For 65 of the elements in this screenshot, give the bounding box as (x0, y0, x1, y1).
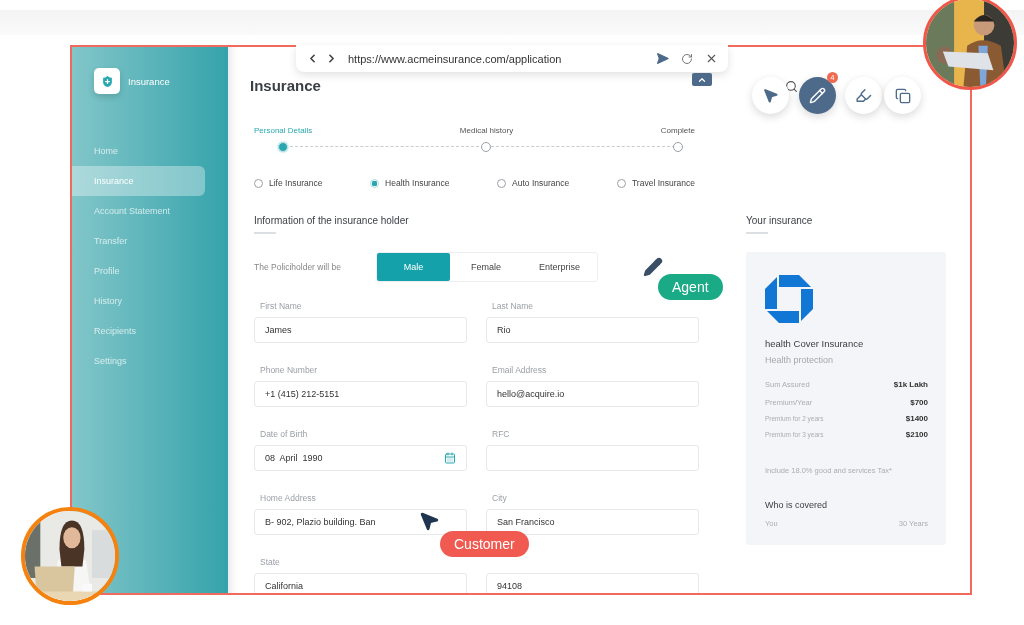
calendar-icon[interactable] (444, 452, 456, 464)
radio-label: Health Insurance (385, 177, 450, 189)
radio-label: Life Insurance (269, 177, 323, 189)
section-title: Information of the insurance holder (254, 215, 410, 227)
reload-button[interactable] (681, 52, 693, 65)
field-label: Last Name (491, 301, 535, 311)
field-label: State (259, 557, 281, 567)
field-label: City (491, 493, 508, 503)
collapse-button[interactable] (692, 73, 712, 86)
cursor-icon (762, 87, 779, 104)
text-field[interactable]: +1 (415) 212-5151 (254, 381, 467, 407)
step-dot[interactable] (481, 142, 492, 152)
product-name: health Cover Insurance (765, 338, 865, 349)
text-field[interactable]: James (254, 317, 467, 343)
reload-icon (681, 52, 693, 65)
cursor-icon (418, 510, 440, 532)
marker-icon (855, 87, 872, 104)
radio-label: Travel Insurance (631, 177, 695, 189)
url-text: https://www.acmeinsurance.com/application (348, 52, 563, 65)
logo-icon (765, 275, 813, 323)
page-title: Insurance (250, 77, 321, 95)
step-dot[interactable] (672, 142, 683, 152)
pencil-icon (809, 87, 826, 104)
field-label: Email Address (491, 365, 548, 375)
radio-button[interactable] (616, 178, 626, 188)
field-value: 08 April 1990 (265, 453, 323, 463)
covered-title: Who is covered (765, 500, 829, 510)
field-label: RFC (491, 429, 511, 439)
summary-value: $1k Lakh (893, 380, 928, 389)
date-field[interactable]: 08 April 1990 (254, 445, 467, 471)
search-icon[interactable] (785, 80, 798, 93)
step-label: Complete (660, 126, 695, 136)
text-field[interactable]: hello@acquire.io (486, 381, 699, 407)
close-button[interactable] (705, 52, 718, 65)
send-button[interactable] (656, 52, 669, 65)
summary-value: $1400 (905, 414, 928, 423)
section-title: Your insurance (746, 215, 814, 227)
close-icon (705, 52, 718, 65)
field-label: Date of Birth (259, 429, 309, 439)
radio-button[interactable] (370, 178, 380, 188)
summary-value: $700 (910, 398, 928, 407)
radio-button[interactable] (254, 178, 263, 188)
brand-name: Insurance (128, 75, 170, 87)
copy-icon (894, 87, 911, 104)
product-subtitle: Health protection (765, 355, 835, 365)
step-label: Medical history (459, 126, 514, 136)
summary-value: $2100 (905, 430, 928, 439)
step-label: Personal Details (254, 126, 313, 136)
text-field[interactable]: California (254, 573, 467, 593)
send-icon (656, 52, 669, 65)
text-field[interactable]: B- 902, Plazio building. Ban (254, 509, 467, 535)
address-bar[interactable]: https://www.acmeinsurance.com/application (296, 45, 728, 72)
radio-label: Auto Insurance (512, 177, 570, 189)
field-label: Phone Number (259, 365, 319, 375)
field-label: The Policiholder will be (254, 262, 342, 272)
text-field[interactable]: Rio (486, 317, 699, 343)
logo-icon (94, 68, 120, 94)
field-label: Home Address (259, 493, 317, 503)
participant-label: Agent (658, 274, 723, 300)
pencil-icon (643, 257, 663, 277)
field-label: First Name (259, 301, 303, 311)
radio-button[interactable] (497, 178, 507, 188)
text-field[interactable] (486, 445, 699, 471)
text-field[interactable]: 94108 (486, 573, 699, 593)
participant-label: Customer (440, 531, 529, 557)
